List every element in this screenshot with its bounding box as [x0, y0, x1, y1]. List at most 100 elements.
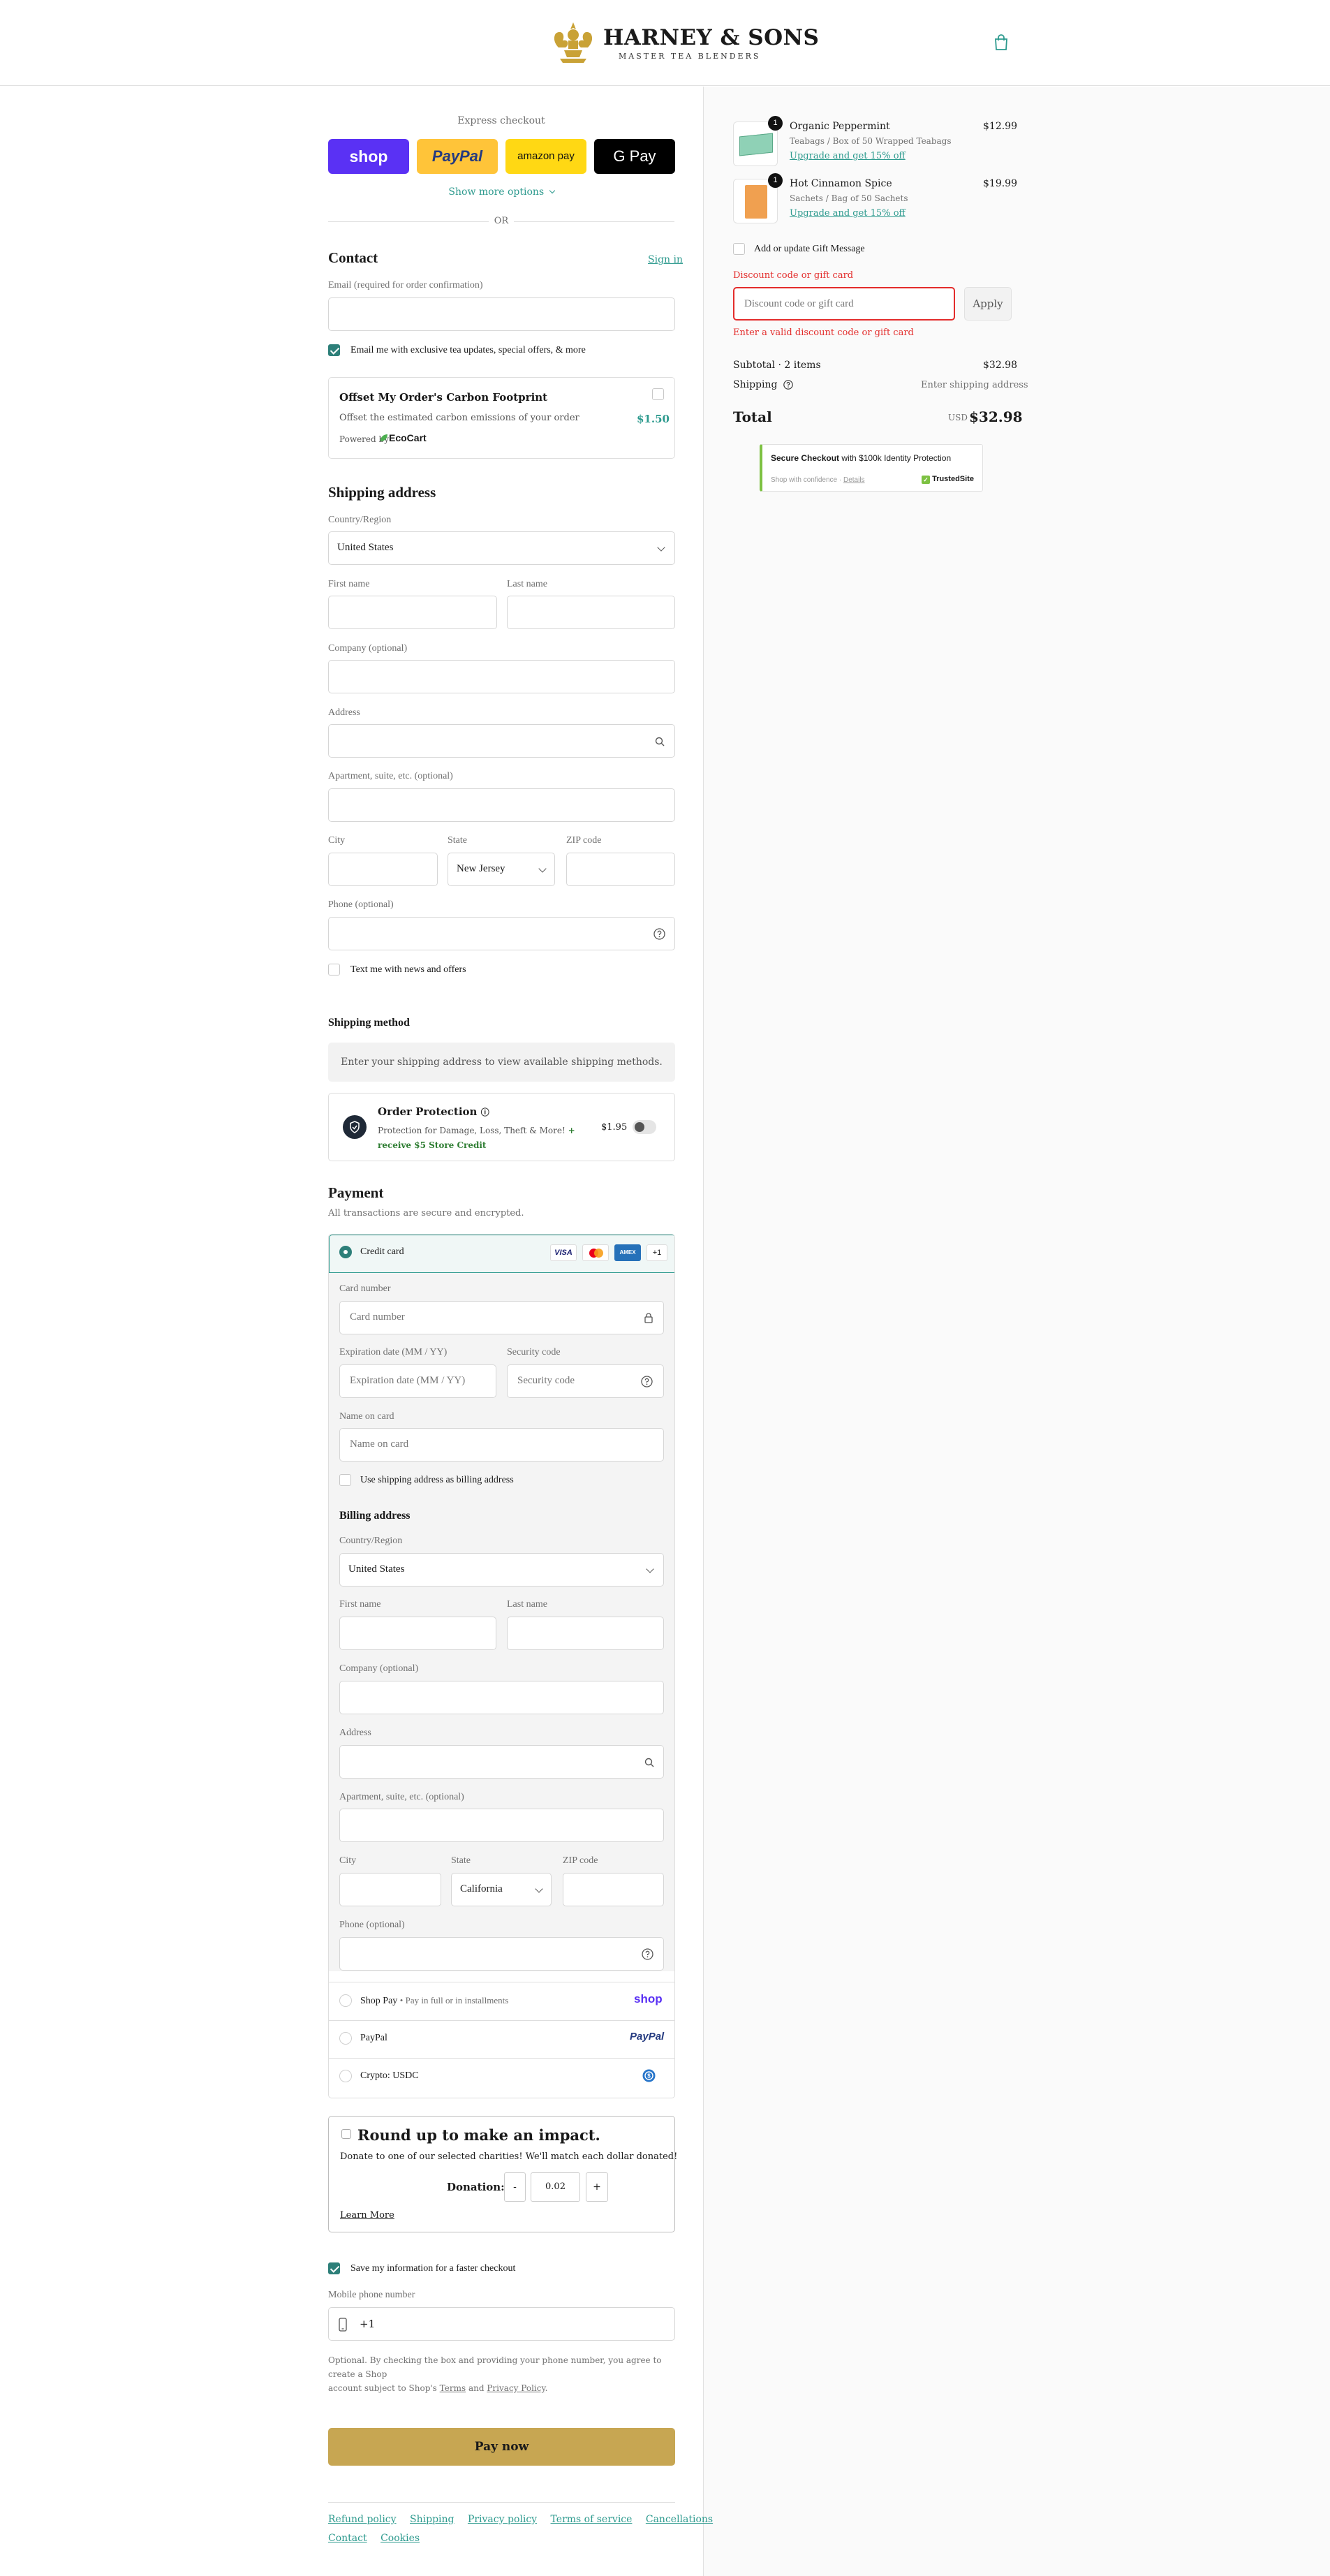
donation-plus-button[interactable]: +: [586, 2172, 608, 2202]
mobile-phone-field[interactable]: +1: [328, 2307, 675, 2341]
express-checkout-title: Express checkout: [457, 115, 545, 126]
chevron-down-icon: [549, 187, 555, 194]
billing-phone-field[interactable]: [339, 1937, 664, 1971]
visa-icon: VISA: [550, 1244, 577, 1261]
leaf-icon: [380, 434, 387, 441]
billing-address-title: Billing address: [339, 1510, 411, 1522]
round-up-desc: Donate to one of our selected charities!…: [340, 2151, 678, 2162]
zip-label: ZIP code: [566, 835, 602, 846]
billing-country-select[interactable]: United States: [339, 1553, 664, 1587]
city-field[interactable]: [328, 853, 438, 886]
lock-icon: [644, 1313, 653, 1323]
billing-address-field[interactable]: [339, 1745, 664, 1779]
contact-title: Contact: [328, 249, 378, 266]
billing-company-field[interactable]: [339, 1681, 664, 1714]
email-field[interactable]: [328, 297, 675, 331]
billing-state-select[interactable]: California: [451, 1873, 552, 1906]
footer-divider: [328, 2502, 675, 2503]
email-marketing-checkbox[interactable]: [328, 344, 340, 356]
carbon-checkbox[interactable]: [652, 388, 664, 400]
billing-country-label: Country/Region: [339, 1536, 403, 1546]
help-icon[interactable]: [641, 1376, 653, 1388]
show-more-options[interactable]: Show more options: [328, 186, 674, 198]
cookies-link[interactable]: Cookies: [380, 2533, 420, 2544]
mastercard-icon: [582, 1244, 609, 1261]
billing-first-label: First name: [339, 1599, 381, 1610]
info-icon[interactable]: ⓘ: [481, 1107, 489, 1117]
gift-message-checkbox[interactable]: [733, 243, 745, 255]
billing-last-field[interactable]: [507, 1617, 664, 1650]
trust-details-link[interactable]: Details: [843, 476, 865, 484]
pay-now-button[interactable]: Pay now: [328, 2428, 675, 2466]
check-icon: ✓: [922, 476, 930, 484]
divider: [514, 221, 674, 222]
shop-pay-radio[interactable]: [339, 1994, 352, 2007]
google-pay-button[interactable]: G Pay: [594, 139, 675, 174]
trustedsite-logo: ✓ TrustedSite: [922, 475, 974, 484]
apartment-field[interactable]: [328, 788, 675, 822]
trust-title-bold: Secure Checkout: [771, 453, 840, 463]
company-field[interactable]: [328, 660, 675, 693]
gift-message-label: Add or update Gift Message: [754, 244, 865, 254]
sms-checkbox[interactable]: [328, 964, 340, 976]
terms-of-service-link[interactable]: Terms of service: [551, 2514, 633, 2525]
name-on-card-field[interactable]: Name on card: [339, 1428, 664, 1462]
trustedsite-badge[interactable]: Secure Checkout with $100k Identity Prot…: [760, 444, 983, 492]
order-protection-toggle[interactable]: [633, 1120, 656, 1134]
billing-zip-field[interactable]: [563, 1873, 664, 1906]
brand-tagline: MASTER TEA BLENDERS: [619, 52, 761, 61]
zip-field[interactable]: [566, 853, 675, 886]
cancellations-link[interactable]: Cancellations: [646, 2514, 713, 2525]
header: HARNEY & SONS MASTER TEA BLENDERS: [0, 0, 1330, 86]
state-select[interactable]: New Jersey: [448, 853, 555, 886]
subtotal-label: Subtotal · 2 items: [733, 360, 821, 371]
billing-city-field[interactable]: [339, 1873, 441, 1906]
billing-apartment-field[interactable]: [339, 1809, 664, 1842]
apply-button[interactable]: Apply: [964, 287, 1012, 321]
crypto-radio[interactable]: [339, 2070, 352, 2082]
round-up-checkbox[interactable]: [341, 2129, 351, 2139]
country-label: Country/Region: [328, 515, 392, 525]
footer-links-2: Contact Cookies: [328, 2533, 420, 2544]
use-shipping-checkbox[interactable]: [339, 1474, 351, 1486]
shop-pay-button[interactable]: shop: [328, 139, 409, 174]
total-value: $32.98: [969, 409, 1023, 425]
address-label: Address: [328, 707, 360, 718]
shipping-policy-link[interactable]: Shipping: [410, 2514, 454, 2525]
payment-subtitle: All transactions are secure and encrypte…: [328, 1208, 524, 1219]
learn-more-link[interactable]: Learn More: [340, 2210, 394, 2221]
help-icon[interactable]: [642, 1948, 653, 1960]
security-code-field[interactable]: Security code: [507, 1364, 664, 1398]
card-number-field[interactable]: Card number: [339, 1301, 664, 1334]
donation-amount: 0.02: [545, 2181, 566, 2192]
contact-link[interactable]: Contact: [328, 2533, 367, 2544]
trust-title: Secure Checkout with $100k Identity Prot…: [771, 453, 951, 463]
cart-icon[interactable]: [993, 34, 1010, 52]
refund-policy-link[interactable]: Refund policy: [328, 2514, 397, 2525]
donation-minus-button[interactable]: -: [504, 2172, 526, 2202]
privacy-policy-link[interactable]: Privacy policy: [468, 2514, 537, 2525]
brand-logo[interactable]: HARNEY & SONS MASTER TEA BLENDERS: [549, 20, 819, 66]
country-select[interactable]: United States: [328, 531, 675, 565]
address-field[interactable]: [328, 724, 675, 758]
save-info-checkbox[interactable]: [328, 2262, 340, 2274]
qty-badge: 1: [768, 116, 783, 131]
phone-field[interactable]: [328, 917, 675, 950]
upgrade-link[interactable]: Upgrade and get 15% off: [790, 208, 906, 219]
terms-link[interactable]: Terms: [440, 2383, 466, 2393]
sign-in-link[interactable]: Sign in: [648, 254, 683, 265]
help-icon[interactable]: [653, 928, 665, 940]
billing-first-field[interactable]: [339, 1617, 496, 1650]
expiration-field[interactable]: Expiration date (MM / YY): [339, 1364, 496, 1398]
help-icon[interactable]: [783, 380, 793, 390]
amazon-pay-button[interactable]: amazon pay: [505, 139, 586, 174]
last-name-field[interactable]: [507, 596, 675, 629]
paypal-button[interactable]: PayPal: [417, 139, 498, 174]
privacy-link[interactable]: Privacy Policy: [487, 2383, 545, 2393]
paypal-radio[interactable]: [339, 2032, 352, 2045]
credit-card-radio[interactable]: [339, 1246, 352, 1258]
discount-field[interactable]: Discount code or gift card: [733, 287, 955, 321]
donation-amount-field[interactable]: 0.02: [531, 2172, 580, 2202]
first-name-field[interactable]: [328, 596, 497, 629]
upgrade-link[interactable]: Upgrade and get 15% off: [790, 151, 906, 161]
